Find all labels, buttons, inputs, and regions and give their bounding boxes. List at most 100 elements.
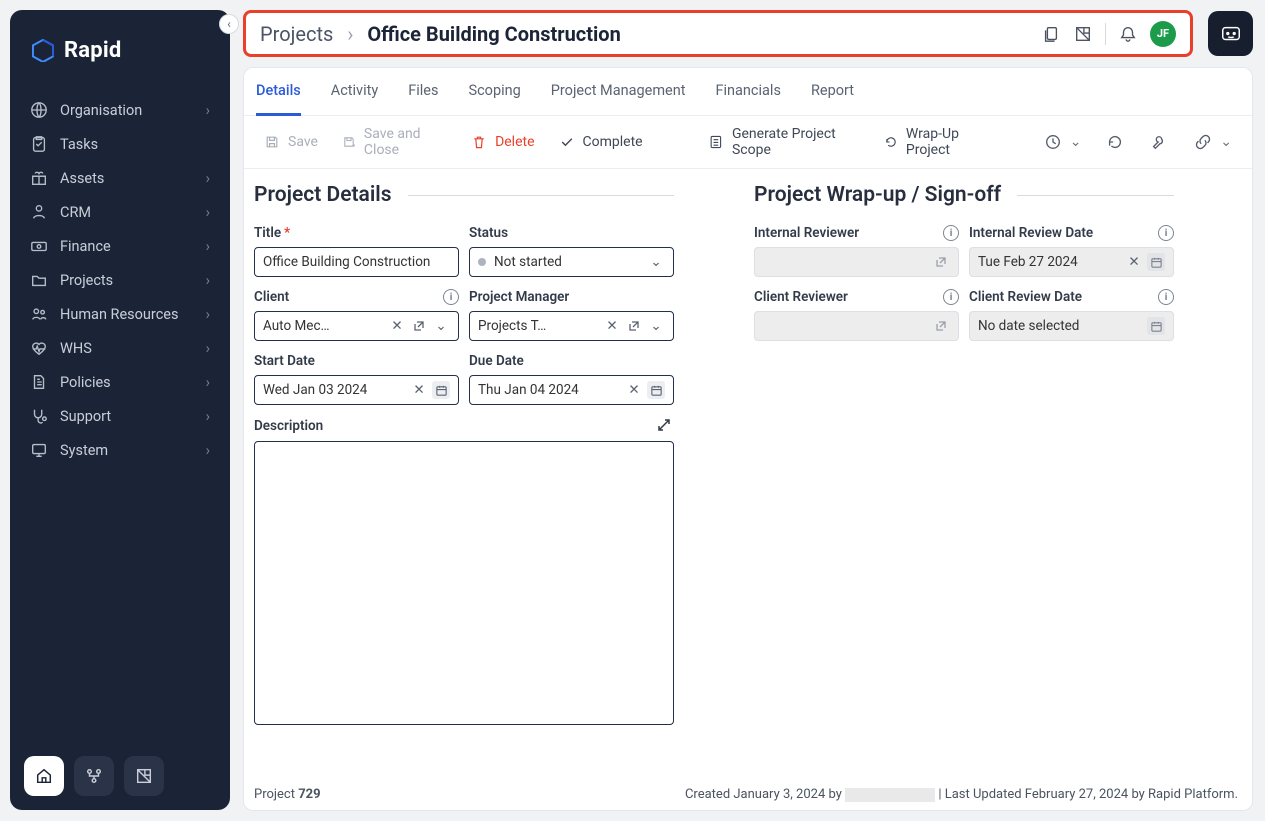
sidebar-item-crm[interactable]: CRM›: [18, 195, 222, 229]
calendar-icon: [1147, 253, 1165, 271]
title-input[interactable]: Office Building Construction: [254, 247, 459, 277]
open-icon: [932, 253, 950, 271]
history-icon: [1042, 131, 1064, 153]
tab-details[interactable]: Details: [256, 82, 301, 116]
footer: Project 729 Created January 3, 2024 by |…: [244, 783, 1252, 810]
designer-button[interactable]: [124, 756, 164, 796]
tab-files[interactable]: Files: [408, 82, 438, 115]
refresh-button[interactable]: [1105, 131, 1124, 153]
due-date-label: Due Date: [469, 353, 674, 369]
designer-icon[interactable]: [1073, 24, 1093, 44]
header-actions: JF: [1041, 21, 1176, 47]
globe-icon: [30, 101, 48, 119]
person-icon: [30, 203, 48, 221]
generate-scope-button[interactable]: Generate Project Scope: [708, 126, 860, 158]
info-icon[interactable]: i: [1158, 289, 1174, 305]
history-dropdown[interactable]: ⌄: [1042, 131, 1082, 153]
calendar-icon[interactable]: [647, 381, 665, 399]
copy-icon[interactable]: [1041, 24, 1061, 44]
stethoscope-icon: [30, 407, 48, 425]
delete-button[interactable]: Delete: [471, 134, 534, 150]
complete-button[interactable]: Complete: [559, 134, 643, 150]
tab-report[interactable]: Report: [811, 82, 854, 115]
chevron-right-icon: ›: [347, 22, 353, 46]
description-textarea[interactable]: [254, 441, 674, 725]
brand-name: Rapid: [64, 38, 121, 63]
clipboard-icon: [30, 135, 48, 153]
clear-icon[interactable]: ✕: [388, 317, 406, 335]
sidebar-item-projects[interactable]: Projects›: [18, 263, 222, 297]
clear-icon[interactable]: ✕: [625, 381, 643, 399]
calendar-icon: [1147, 317, 1165, 335]
clear-icon: ✕: [1125, 253, 1143, 271]
info-icon[interactable]: i: [443, 289, 459, 305]
client-reviewer-input: [754, 311, 959, 341]
form-content: Project Details Title* Office Building C…: [244, 169, 1252, 783]
chevron-right-icon: ›: [206, 272, 210, 289]
chevron-down-icon: ⌄: [1070, 134, 1082, 150]
due-date-input[interactable]: Thu Jan 04 2024✕: [469, 375, 674, 405]
section-title: Project Details: [254, 183, 392, 207]
gift-icon: [30, 169, 48, 187]
save-and-close-button[interactable]: Save and Close: [342, 126, 447, 158]
open-icon[interactable]: [625, 317, 643, 335]
info-icon[interactable]: i: [1158, 225, 1174, 241]
workflow-button[interactable]: [74, 756, 114, 796]
save-button[interactable]: Save: [264, 134, 318, 150]
chevron-right-icon: ›: [206, 238, 210, 255]
tab-scoping[interactable]: Scoping: [468, 82, 520, 115]
home-button[interactable]: [24, 756, 64, 796]
sidebar-item-human-resources[interactable]: Human Resources›: [18, 297, 222, 331]
sidebar-item-organisation[interactable]: Organisation›: [18, 93, 222, 127]
internal-reviewer-label: Internal Reviewer: [754, 225, 859, 241]
clear-icon[interactable]: ✕: [410, 381, 428, 399]
project-details-section: Project Details Title* Office Building C…: [254, 183, 674, 779]
sidebar-item-tasks[interactable]: Tasks: [18, 127, 222, 161]
sidebar-item-support[interactable]: Support›: [18, 399, 222, 433]
bell-icon[interactable]: [1118, 24, 1138, 44]
brand-logo: Rapid: [10, 10, 230, 93]
info-icon[interactable]: i: [943, 289, 959, 305]
section-title: Project Wrap-up / Sign-off: [754, 183, 1001, 207]
sidebar-item-finance[interactable]: Finance›: [18, 229, 222, 263]
wrap-up-button[interactable]: Wrap-Up Project: [884, 126, 994, 158]
tab-bar: Details Activity Files Scoping Project M…: [244, 68, 1252, 116]
assistant-button[interactable]: [1208, 11, 1253, 56]
tab-activity[interactable]: Activity: [331, 82, 378, 115]
sidebar-item-assets[interactable]: Assets›: [18, 161, 222, 195]
internal-review-date-label: Internal Review Date: [969, 225, 1093, 241]
info-icon[interactable]: i: [943, 225, 959, 241]
user-avatar[interactable]: JF: [1150, 21, 1176, 47]
link-icon: [1192, 131, 1214, 153]
expand-icon[interactable]: [656, 417, 674, 435]
tab-financials[interactable]: Financials: [715, 82, 780, 115]
sidebar-nav: Organisation› Tasks Assets› CRM› Finance…: [10, 93, 230, 742]
tools-button[interactable]: [1149, 131, 1168, 153]
system-icon: [30, 441, 48, 459]
open-icon[interactable]: [410, 317, 428, 335]
client-label: Clienti: [254, 289, 459, 305]
title-label: Title*: [254, 225, 459, 241]
breadcrumb-parent[interactable]: Projects: [260, 22, 333, 46]
status-select[interactable]: Not started⌄: [469, 247, 674, 277]
sidebar-item-whs[interactable]: WHS›: [18, 331, 222, 365]
chevron-right-icon: ›: [206, 408, 210, 425]
client-reviewer-label: Client Reviewer: [754, 289, 848, 305]
pm-label: Project Manager: [469, 289, 674, 305]
people-icon: [30, 305, 48, 323]
start-date-input[interactable]: Wed Jan 03 2024✕: [254, 375, 459, 405]
sidebar-item-system[interactable]: System›: [18, 433, 222, 467]
pm-select[interactable]: Projects T…✕⌄: [469, 311, 674, 341]
link-dropdown[interactable]: ⌄: [1192, 131, 1232, 153]
clear-icon[interactable]: ✕: [603, 317, 621, 335]
status-label: Status: [469, 225, 674, 241]
sidebar-collapse-button[interactable]: ‹: [219, 14, 239, 34]
main-panel: Details Activity Files Scoping Project M…: [243, 67, 1253, 811]
sidebar-item-policies[interactable]: Policies›: [18, 365, 222, 399]
calendar-icon[interactable]: [432, 381, 450, 399]
tab-project-management[interactable]: Project Management: [551, 82, 686, 115]
toolbar: Save Save and Close Delete Complete Gene…: [244, 116, 1252, 169]
breadcrumb: Projects › Office Building Construction: [260, 22, 621, 46]
open-icon: [932, 317, 950, 335]
client-select[interactable]: Auto Mec…✕⌄: [254, 311, 459, 341]
